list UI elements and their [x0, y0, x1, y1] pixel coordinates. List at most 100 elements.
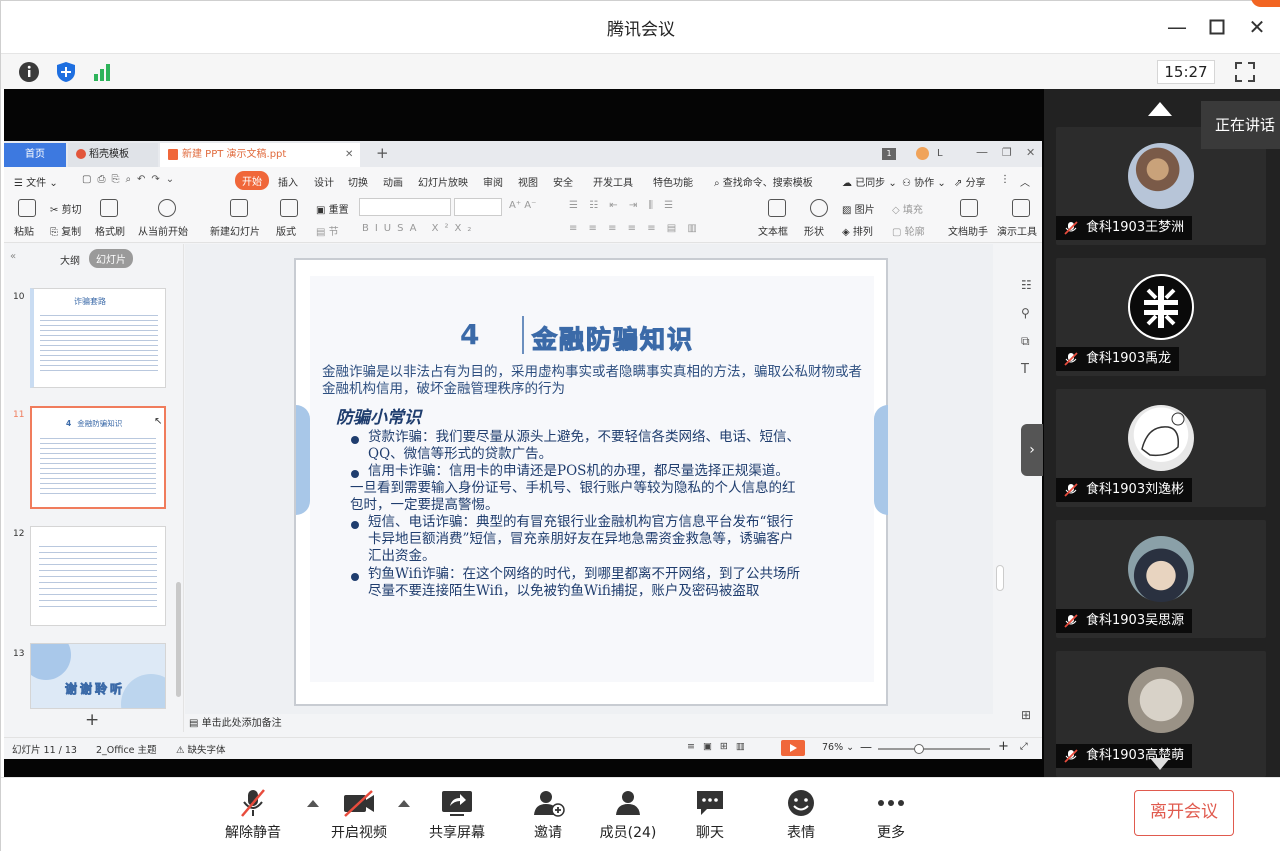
- play-slideshow-button[interactable]: [781, 740, 805, 756]
- maximize-icon[interactable]: [1203, 13, 1231, 41]
- share-screen-button[interactable]: 共享屏幕: [417, 788, 497, 842]
- zoom-slider-thumb[interactable]: [914, 744, 924, 754]
- zoom-in-icon[interactable]: +: [998, 739, 1009, 754]
- notes-area[interactable]: ▤ 单击此处添加备注: [185, 714, 1007, 732]
- picture-button[interactable]: ▨ 图片: [842, 201, 875, 216]
- menu-slideshow[interactable]: 幻灯片放映: [418, 174, 468, 189]
- format-brush-icon[interactable]: [100, 199, 118, 217]
- menu-view[interactable]: 视图: [518, 174, 538, 189]
- wps-minimize-icon[interactable]: —: [976, 145, 988, 159]
- slide-thumbnail-11-selected[interactable]: 4 金融防骗知识 ↖: [30, 406, 166, 509]
- style-icon[interactable]: ⚲: [1021, 306, 1030, 320]
- present-tool-icon[interactable]: [1012, 199, 1030, 217]
- font-size-select[interactable]: [454, 198, 502, 216]
- more-button[interactable]: 更多: [851, 788, 931, 842]
- copy-format-icon[interactable]: ⧉: [1021, 334, 1030, 349]
- collapse-panel-icon[interactable]: «: [10, 251, 16, 262]
- menu-review[interactable]: 审阅: [483, 174, 503, 189]
- slide-thumbnail-10[interactable]: 诈骗套路: [30, 288, 166, 388]
- menu-security[interactable]: 安全: [553, 174, 573, 189]
- tab-current-ppt[interactable]: 新建 PPT 演示文稿.ppt ✕: [160, 143, 360, 167]
- signal-strength-icon[interactable]: [92, 61, 114, 83]
- paragraph-align-icons[interactable]: ≡ ≡ ≡ ≡ ≡ ▤ ▥: [569, 223, 701, 234]
- thumbs-scrollbar[interactable]: [176, 582, 181, 697]
- leave-meeting-button[interactable]: 离开会议: [1134, 790, 1234, 836]
- new-tab-icon[interactable]: +: [376, 144, 389, 162]
- text-tool-icon[interactable]: T: [1021, 362, 1029, 377]
- minimize-icon[interactable]: —: [1163, 13, 1191, 41]
- start-video-button[interactable]: 开启视频: [319, 788, 399, 842]
- info-icon[interactable]: [18, 61, 40, 83]
- video-options-caret-icon[interactable]: [398, 800, 410, 807]
- expand-panel-button[interactable]: ›: [1021, 424, 1043, 476]
- participant-card[interactable]: 食科1903吴思源: [1056, 520, 1266, 638]
- textbox-icon[interactable]: [768, 199, 786, 217]
- tab-slides[interactable]: 幻灯片: [89, 249, 133, 268]
- menu-design[interactable]: 设计: [314, 174, 334, 189]
- doc-assistant-icon[interactable]: [960, 199, 978, 217]
- collaborate-button[interactable]: ⚇ 协作 ⌄: [902, 174, 946, 189]
- share-button[interactable]: ⇗ 分享: [954, 174, 986, 189]
- font-grow-shrink-icons[interactable]: A⁺ A⁻: [509, 200, 536, 211]
- collapse-ribbon-icon[interactable]: ︿: [1020, 174, 1030, 189]
- canvas-scrollbar-thumb[interactable]: [996, 565, 1004, 591]
- wps-close-icon[interactable]: ✕: [1026, 146, 1035, 159]
- font-name-select[interactable]: [359, 198, 451, 216]
- scroll-down-icon[interactable]: [1150, 758, 1170, 770]
- fill-button[interactable]: ◇ 填充: [892, 201, 923, 216]
- paste-icon[interactable]: [18, 199, 36, 217]
- properties-icon[interactable]: ☷: [1021, 278, 1032, 292]
- user-avatar-icon[interactable]: [916, 147, 929, 160]
- window-count-icon[interactable]: 1: [882, 148, 896, 160]
- grid-view-icon[interactable]: ⊞: [1021, 708, 1031, 722]
- participant-card[interactable]: 食科1903刘逸彬: [1056, 389, 1266, 507]
- more-menu-icon[interactable]: ⋮: [1000, 174, 1010, 185]
- menu-developer[interactable]: 开发工具: [593, 174, 633, 189]
- members-button[interactable]: 成员(24): [588, 788, 668, 842]
- layout-icon[interactable]: [280, 199, 298, 217]
- unmute-button[interactable]: 解除静音: [213, 788, 293, 842]
- menu-home-active[interactable]: 开始: [235, 171, 269, 190]
- command-search[interactable]: ⌕ 查找命令、搜索模板: [714, 174, 813, 189]
- quick-access-icons[interactable]: ▢⎙⎘⌕↶↷⌄: [82, 174, 180, 185]
- cut-button[interactable]: ✂ 剪切: [50, 201, 82, 216]
- participant-card[interactable]: 食科1903禹龙: [1056, 258, 1266, 376]
- tab-close-icon[interactable]: ✕: [345, 143, 353, 167]
- tab-home[interactable]: 首页: [4, 143, 66, 167]
- reactions-button[interactable]: 表情: [761, 788, 841, 842]
- menu-transition[interactable]: 切换: [348, 174, 368, 189]
- paragraph-list-icons[interactable]: ☰ ☷ ⇤ ⇥ ⫼ ☰: [569, 200, 677, 211]
- security-shield-icon[interactable]: [55, 61, 77, 83]
- close-icon[interactable]: ✕: [1243, 13, 1271, 41]
- section-button[interactable]: ▤ 节: [316, 223, 339, 238]
- slide-thumbnail-13[interactable]: 谢谢聆听: [30, 643, 166, 709]
- fit-window-icon[interactable]: ⤢: [1020, 741, 1028, 752]
- copy-button[interactable]: ⎘ 复制: [50, 223, 81, 238]
- new-slide-icon[interactable]: [230, 199, 248, 217]
- arrange-button[interactable]: ◈ 排列: [842, 223, 873, 238]
- shape-icon[interactable]: [810, 199, 828, 217]
- slide-canvas[interactable]: 4 金融防骗知识 金融诈骗是以非法占有为目的，采用虚构事实或者隐瞒事实真相的方法…: [294, 258, 888, 706]
- tab-docer-templates[interactable]: 稻壳模板: [68, 143, 158, 167]
- reset-button[interactable]: ▣ 重置: [316, 201, 349, 216]
- zoom-out-icon[interactable]: —: [860, 740, 872, 754]
- add-slide-icon[interactable]: +: [85, 710, 99, 730]
- tab-outline[interactable]: 大纲: [60, 252, 80, 267]
- fullscreen-icon[interactable]: [1234, 61, 1256, 83]
- chat-button[interactable]: 聊天: [670, 788, 750, 842]
- menu-file[interactable]: ☰ 文件 ⌄: [14, 174, 58, 189]
- synced-status[interactable]: ☁ 已同步 ⌄: [842, 174, 897, 189]
- menu-features[interactable]: 特色功能: [653, 174, 693, 189]
- missing-font-button[interactable]: ⚠ 缺失字体: [176, 742, 226, 756]
- scroll-up-icon[interactable]: [1148, 102, 1172, 116]
- slide-thumbnail-12[interactable]: [30, 526, 166, 626]
- play-from-current-icon[interactable]: [158, 199, 176, 217]
- menu-insert[interactable]: 插入: [278, 174, 298, 189]
- zoom-level[interactable]: 76% ⌄: [822, 742, 854, 753]
- view-mode-icons[interactable]: ≡▣⊞▥: [687, 741, 753, 752]
- menu-animation[interactable]: 动画: [383, 174, 403, 189]
- outline-button[interactable]: ▢ 轮廓: [892, 223, 925, 238]
- zoom-slider[interactable]: [878, 744, 990, 754]
- invite-button[interactable]: 邀请: [508, 788, 588, 842]
- font-style-icons[interactable]: BIUSA X²X₂: [362, 223, 477, 234]
